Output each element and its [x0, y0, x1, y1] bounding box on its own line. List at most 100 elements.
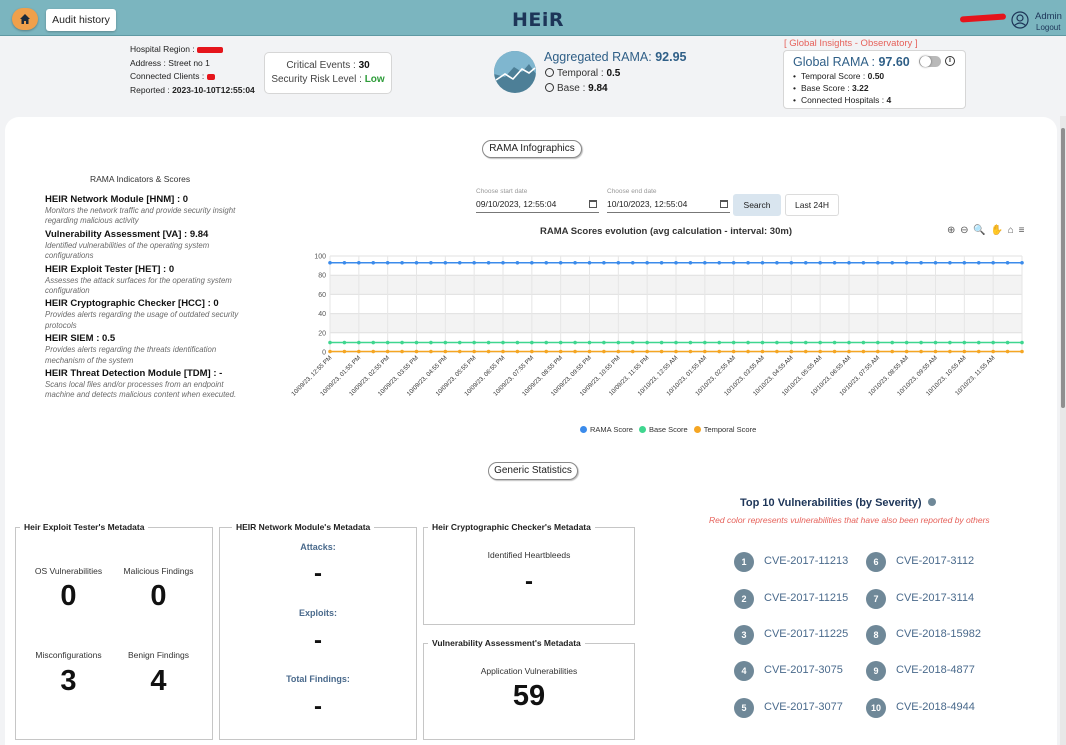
base-value: 9.84	[588, 83, 608, 94]
end-date-input[interactable]: 10/10/2023, 12:55:04	[607, 197, 730, 213]
start-date-input[interactable]: 09/10/2023, 12:55:04	[476, 197, 599, 213]
indicator-desc: Monitors the network traffic and provide…	[45, 206, 236, 226]
top10-title-text: Top 10 Vulnerabilities (by Severity)	[740, 497, 922, 509]
vuln-rank: 2	[734, 589, 754, 609]
data-point	[861, 260, 866, 265]
data-point	[818, 260, 822, 265]
global-stats-list: Temporal Score : 0.50 Base Score : 3.22 …	[793, 70, 891, 106]
critical-label: Critical Events :	[286, 60, 356, 71]
legend-label: Base Score	[648, 425, 688, 434]
vuln-id: CVE-2017-11225	[764, 628, 849, 640]
data-point	[472, 349, 476, 354]
data-point	[789, 340, 794, 345]
indicator-item: HEIR Cryptographic Checker [HCC] : 0 Prov…	[45, 298, 245, 331]
data-point	[976, 349, 981, 354]
vuln-id: CVE-2018-4877	[896, 664, 975, 676]
search-button[interactable]: Search	[733, 194, 781, 216]
data-point	[962, 260, 967, 265]
chart-toolbar[interactable]: ⊕ ⊖ 🔍 ✋ ⌂ ≡	[947, 225, 1025, 236]
global-toggle[interactable]	[919, 56, 941, 67]
info-icon[interactable]: i	[945, 56, 955, 66]
malicious-label: Malicious Findings	[123, 566, 194, 576]
data-point	[342, 340, 347, 345]
data-point	[630, 260, 635, 265]
legend-dot	[638, 426, 646, 433]
data-point	[904, 260, 909, 265]
data-point	[775, 260, 779, 265]
data-point	[602, 349, 606, 354]
data-point	[573, 260, 577, 265]
vuln-rank: 1	[734, 552, 754, 572]
end-date-label: Choose end date	[607, 188, 657, 195]
data-point	[515, 349, 520, 354]
legend-label: Temporal Score	[703, 425, 757, 434]
user-icon[interactable]	[1011, 11, 1029, 29]
vuln-id: CVE-2017-3114	[896, 592, 975, 604]
data-point	[847, 260, 851, 265]
risk-value: Low	[364, 74, 385, 85]
y-tick-label: 40	[318, 311, 326, 318]
indicators-list: HEIR Network Module [HNM] : 0 Monitors th…	[45, 194, 245, 403]
global-rama-card: Global RAMA : 97.60 i Temporal Score : 0…	[783, 50, 966, 109]
indicator-item: HEIR Network Module [HNM] : 0 Monitors th…	[45, 194, 245, 227]
data-point	[443, 340, 448, 345]
calendar-icon[interactable]	[589, 200, 597, 208]
app-vuln-label: Application Vulnerabilities	[480, 666, 578, 676]
legend-item[interactable]: RAMA Score	[580, 425, 633, 434]
hospital-info: Hospital Region : Address : Street no 1 …	[130, 43, 255, 97]
data-point	[746, 349, 750, 354]
global-stat-label: Base Score :	[800, 83, 850, 93]
data-point	[385, 260, 390, 265]
data-point	[919, 349, 923, 354]
data-point	[544, 260, 549, 265]
aggregated-value: 92.95	[655, 50, 687, 64]
data-point	[876, 349, 880, 354]
home-button[interactable]	[12, 8, 38, 30]
data-point	[991, 349, 995, 354]
indicator-item: Vulnerability Assessment [VA] : 9.84 Iden…	[45, 229, 245, 262]
data-point	[616, 349, 621, 354]
scrollbar-thumb[interactable]	[1061, 128, 1065, 408]
legend-item[interactable]: Temporal Score	[693, 425, 757, 434]
vuln-rank: 4	[734, 661, 754, 681]
calendar-icon[interactable]	[720, 200, 728, 208]
audit-history-button[interactable]: Audit history	[46, 9, 116, 31]
data-point	[933, 260, 938, 265]
attacks-label: Attacks:	[300, 542, 336, 552]
indicator-name: HEIR Threat Detection Module [TDM] : -	[45, 368, 223, 380]
data-point	[847, 349, 851, 354]
start-date-value: 09/10/2023, 12:55:04	[476, 199, 557, 209]
crypto-checker-metadata: Heir Cryptographic Checker's Metadata Id…	[423, 522, 635, 625]
redacted-clients	[206, 73, 215, 80]
data-point	[457, 340, 462, 345]
data-point	[775, 349, 779, 354]
data-point	[789, 260, 794, 265]
last-24h-button[interactable]: Last 24H	[785, 194, 839, 216]
data-point	[1020, 349, 1024, 354]
indicator-desc: Provides alerts regarding the threats id…	[45, 345, 217, 365]
data-point	[414, 349, 419, 354]
data-point	[429, 349, 433, 354]
data-point	[645, 340, 649, 345]
vuln-rank: 7	[866, 589, 886, 609]
data-point	[890, 340, 895, 345]
end-date-value: 10/10/2023, 12:55:04	[607, 199, 688, 209]
data-point	[933, 349, 938, 354]
data-point	[342, 260, 347, 265]
data-point	[703, 340, 707, 345]
data-point	[616, 260, 621, 265]
info-icon[interactable]	[927, 498, 936, 506]
chart-title: RAMA Scores evolution (avg calculation -…	[540, 226, 792, 237]
vuln-id: CVE-2018-4944	[896, 701, 975, 713]
critical-value: 30	[358, 60, 370, 71]
temporal-row: Temporal : 0.5	[545, 68, 620, 79]
data-point	[530, 260, 534, 265]
data-point	[688, 260, 693, 265]
exploit-tester-metadata: Heir Exploit Tester's Metadata OS Vulner…	[15, 522, 213, 740]
indicator-item: HEIR Threat Detection Module [TDM] : - Sc…	[45, 368, 245, 401]
indicator-desc: Scans local files and/or processes from …	[45, 380, 237, 400]
data-point	[414, 340, 419, 345]
logout-link[interactable]: Logout	[1036, 23, 1060, 32]
data-point	[861, 340, 866, 345]
legend-item[interactable]: Base Score	[638, 425, 688, 434]
